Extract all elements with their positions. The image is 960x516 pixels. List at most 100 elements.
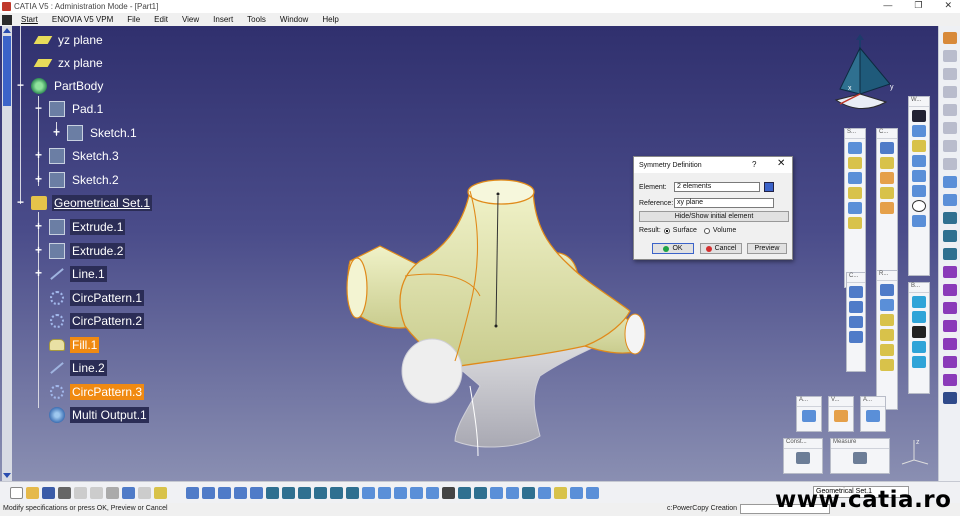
cut-icon[interactable] [74,486,87,499]
rotate-icon[interactable] [298,486,311,499]
close-button[interactable]: ✕ [944,0,952,11]
measure-icon[interactable] [853,452,867,464]
scroll-up-arrow[interactable] [3,28,11,33]
tool-icon[interactable] [942,32,957,44]
collapse-geoset-icon[interactable]: − [16,196,25,208]
swap-space-icon[interactable] [410,486,423,499]
tree-item-partbody[interactable]: PartBody [30,76,105,96]
start-icon[interactable] [2,14,12,25]
menu-insert[interactable]: Insert [206,15,240,24]
tool-icon[interactable] [218,486,231,499]
save-icon[interactable] [42,486,55,499]
tool-icon[interactable] [586,486,599,499]
tool-icon[interactable] [442,486,455,499]
constraint-icon[interactable] [796,452,810,464]
tool-icon[interactable] [570,486,583,499]
menu-start[interactable]: Start [14,15,45,24]
tool-icon[interactable] [880,344,894,356]
expand-sketch3-icon[interactable]: + [34,149,43,161]
reference-field[interactable]: xy plane [674,198,774,208]
collapse-partbody-icon[interactable]: − [16,79,25,91]
dialog-titlebar[interactable]: Symmetry Definition ? ✕ [634,157,792,173]
tool-icon[interactable] [186,486,199,499]
pan-icon[interactable] [282,486,295,499]
tree-scrollbar[interactable] [2,26,12,481]
tool-icon[interactable] [250,486,263,499]
paste-icon[interactable] [106,486,119,499]
tool-icon[interactable] [912,311,926,323]
tool-icon[interactable] [912,341,926,353]
undo-icon[interactable] [122,486,135,499]
tree-item-circpattern1[interactable]: CircPattern.1 [48,288,145,308]
surface-radio[interactable] [663,227,670,234]
tool-icon[interactable] [942,212,957,224]
tool-icon[interactable] [880,142,894,154]
open-folder-icon[interactable] [26,486,39,499]
expand-sketch2-icon[interactable]: + [34,173,43,185]
tool-icon[interactable] [942,50,957,62]
tree-item-circpattern3[interactable]: CircPattern.3 [48,382,145,402]
tree-item-yz-plane[interactable]: yz plane [33,30,105,50]
fit-all-icon[interactable] [266,486,279,499]
tool-icon[interactable] [942,140,957,152]
tree-item-pad1[interactable]: Pad.1 [48,99,105,119]
tree-item-extrude1[interactable]: Extrude.1 [48,217,126,237]
menu-help[interactable]: Help [315,15,345,24]
tool-icon[interactable] [880,157,894,169]
tool-icon[interactable] [942,230,957,242]
tool-icon[interactable] [912,296,926,308]
element-field[interactable]: 2 elements [674,182,760,192]
tool-icon[interactable] [522,486,535,499]
circle-icon[interactable] [912,200,926,212]
tool-icon[interactable] [912,356,926,368]
tool-icon[interactable] [912,170,926,182]
menu-window[interactable]: Window [273,15,315,24]
tool-icon[interactable] [458,486,471,499]
tree-item-fill1[interactable]: Fill.1 [48,335,100,355]
tool-icon[interactable] [849,286,863,298]
tool-icon[interactable] [942,194,957,206]
tool-icon[interactable] [848,142,862,154]
tool-icon[interactable] [880,314,894,326]
tree-item-zx-plane[interactable]: zx plane [33,53,105,73]
tool-icon[interactable] [942,266,957,278]
tool-icon[interactable] [942,104,957,116]
tool-icon[interactable] [848,157,862,169]
tree-item-sketch1[interactable]: Sketch.1 [66,123,139,143]
cancel-button[interactable]: Cancel [700,243,742,254]
tool-icon[interactable] [506,486,519,499]
tree-item-sketch3[interactable]: Sketch.3 [48,146,121,166]
tool-icon[interactable] [912,155,926,167]
tool-icon[interactable] [880,172,894,184]
tool-icon[interactable] [942,176,957,188]
tool-icon[interactable] [474,486,487,499]
menu-view[interactable]: View [175,15,206,24]
render-style-icon[interactable] [378,486,391,499]
tool-icon[interactable] [942,68,957,80]
expand-sketch1-icon[interactable]: + [52,126,61,138]
tool-icon[interactable] [426,486,439,499]
tool-icon[interactable] [554,486,567,499]
tool-icon[interactable] [912,215,926,227]
tree-item-multi-output[interactable]: Multi Output.1 [48,405,149,425]
tool-icon[interactable] [942,338,957,350]
tool-icon[interactable] [866,410,880,422]
copy-icon[interactable] [90,486,103,499]
tree-item-line2[interactable]: Line.2 [48,358,107,378]
tool-icon[interactable] [848,172,862,184]
line-tool-icon[interactable] [912,125,926,137]
scroll-down-arrow[interactable] [3,473,11,478]
tree-item-line1[interactable]: Line.1 [48,264,107,284]
new-file-icon[interactable] [10,486,23,499]
zoom-in-icon[interactable] [314,486,327,499]
collapse-pad-icon[interactable]: − [34,102,43,114]
tool-icon[interactable] [849,301,863,313]
whats-this-icon[interactable] [154,486,167,499]
dialog-close-button[interactable]: ✕ [777,158,785,169]
tool-icon[interactable] [880,299,894,311]
menu-edit[interactable]: Edit [147,15,175,24]
tool-icon[interactable] [942,374,957,386]
scrollbar-thumb[interactable] [3,36,11,106]
hide-show-initial-button[interactable]: Hide/Show initial element [639,211,789,222]
tool-icon[interactable] [849,316,863,328]
